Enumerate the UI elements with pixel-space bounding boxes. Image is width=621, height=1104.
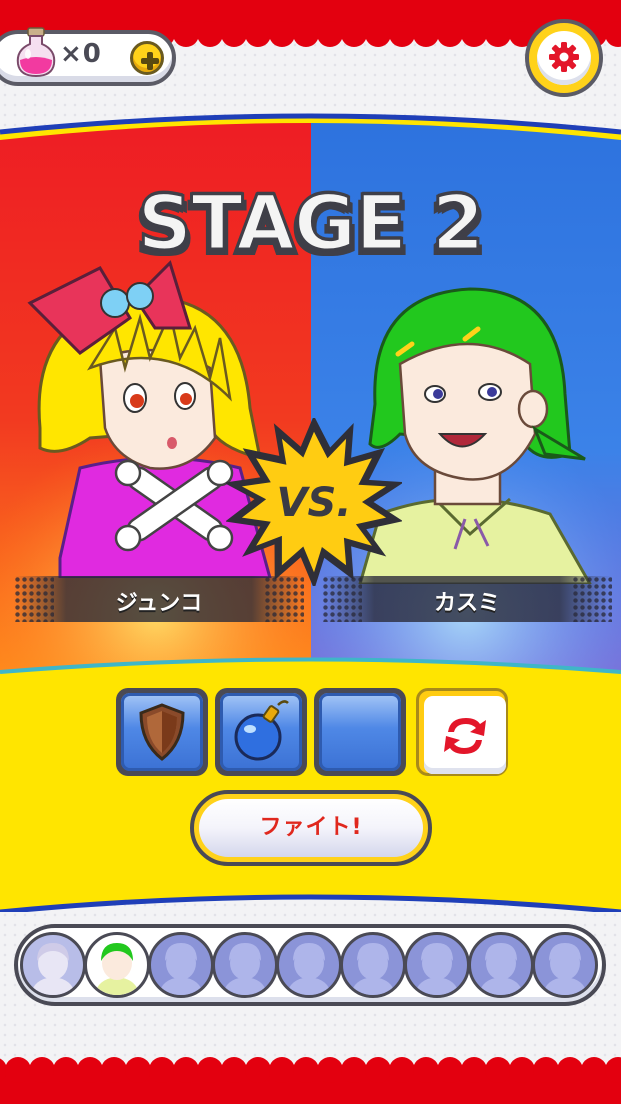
opponent-name: カスミ	[433, 591, 500, 616]
fight-button[interactable]: ファイト!	[190, 790, 432, 866]
player-name-plate: ジュンコ	[14, 576, 304, 622]
settings-button-face	[537, 31, 591, 85]
roster-slot	[340, 932, 406, 998]
roster-slot	[276, 932, 342, 998]
opponent-name-plate: カスミ	[322, 576, 612, 622]
locked-silhouette-icon	[479, 943, 523, 995]
roster-slot	[468, 932, 534, 998]
defeated-avatar	[31, 943, 75, 995]
shield-icon	[139, 703, 185, 761]
locked-silhouette-icon	[351, 943, 395, 995]
fight-button-label: ファイト!	[199, 799, 423, 857]
plus-icon	[141, 52, 159, 70]
locked-silhouette-icon	[543, 943, 587, 995]
gear-icon	[549, 42, 579, 72]
roster-slot	[84, 932, 150, 998]
settings-button[interactable]	[525, 19, 603, 97]
versus-label: VS.	[277, 480, 352, 526]
opponent-avatar	[95, 943, 139, 995]
roster-slot	[212, 932, 278, 998]
item-slot-empty[interactable]	[314, 688, 406, 776]
potion-count: ×0	[60, 39, 102, 69]
locked-silhouette-icon	[415, 943, 459, 995]
add-potion-button[interactable]	[130, 41, 164, 75]
refresh-items-button[interactable]	[416, 688, 508, 776]
roster-slot	[532, 932, 598, 998]
locked-silhouette-icon	[159, 943, 203, 995]
bomb-icon	[234, 700, 289, 761]
item-slot-shield[interactable]	[116, 688, 208, 776]
locked-silhouette-icon	[287, 943, 331, 995]
stage-title: STAGE 2	[136, 177, 486, 269]
roster-slot	[404, 932, 470, 998]
refresh-icon	[444, 718, 486, 754]
roster-slot	[148, 932, 214, 998]
roster-slot	[20, 932, 86, 998]
player-name: ジュンコ	[115, 591, 203, 616]
locked-silhouette-icon	[223, 943, 267, 995]
bottom-scallop-border	[0, 1057, 621, 1104]
item-slot-bomb[interactable]	[215, 688, 307, 776]
potion-icon	[16, 27, 56, 78]
versus-badge: VS.	[226, 418, 402, 586]
